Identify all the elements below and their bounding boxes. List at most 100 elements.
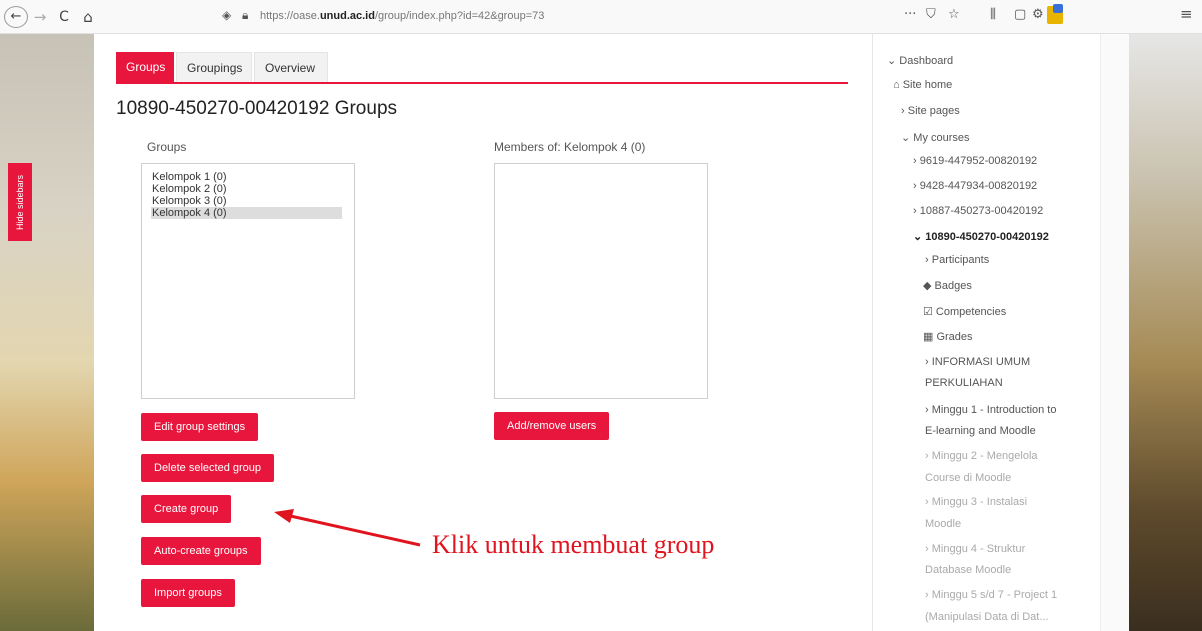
nav-grades-label: Grades <box>936 331 973 343</box>
nav-my-courses-label: My courses <box>913 132 970 144</box>
nav-site-home-label: Site home <box>902 79 953 91</box>
delete-selected-group-button[interactable]: Delete selected group <box>141 454 275 482</box>
nav-site-pages[interactable]: › Site pages <box>901 105 960 117</box>
chevron-right-icon: › <box>901 105 908 117</box>
create-group-button[interactable]: Create group <box>141 495 232 523</box>
nav-my-courses[interactable]: ⌄ My courses <box>901 131 970 144</box>
menu-icon[interactable]: ≡ <box>1180 5 1193 23</box>
annotation-arrow <box>274 509 421 547</box>
import-groups-button[interactable]: Import groups <box>141 579 235 607</box>
nav-course[interactable]: › 9428-447934-00820192 <box>913 180 1037 192</box>
forward-button[interactable]: → <box>32 6 48 28</box>
nav-course-label: 9619-447952-00820192 <box>919 155 1038 167</box>
auto-create-groups-button[interactable]: Auto-create groups <box>141 537 261 565</box>
chevron-right-icon: › <box>913 205 920 217</box>
nav-section[interactable]: › INFORMASI UMUM <box>925 356 1030 368</box>
library-icon[interactable]: ⫼ <box>990 7 996 22</box>
nav-section[interactable]: › Minggu 1 - Introduction to <box>925 404 1056 416</box>
nav-participants-label: Participants <box>931 254 990 266</box>
nav-dashboard-label: Dashboard <box>899 55 954 67</box>
nav-section-label: Minggu 4 - Struktur <box>931 543 1026 555</box>
nav-section-label: Minggu 1 - Introduction to <box>931 404 1057 416</box>
chevron-right-icon: › <box>925 496 932 508</box>
chevron-right-icon: › <box>925 589 932 601</box>
nav-section[interactable]: › Minggu 5 s/d 7 - Project 1 <box>925 589 1057 601</box>
browser-toolbar: ← → C ⌂ ◈ 🔒︎ https://oase.unud.ac.id/gro… <box>0 0 1202 34</box>
nav-dashboard[interactable]: ⌄ Dashboard <box>887 54 953 67</box>
chevron-right-icon: › <box>925 356 932 368</box>
nav-section-label: INFORMASI UMUM <box>931 356 1031 368</box>
bookmark-star-icon[interactable]: ☆ <box>948 7 960 22</box>
group-option[interactable]: Kelompok 1 (0) <box>152 171 227 183</box>
members-label: Members of: Kelompok 4 (0) <box>494 140 646 154</box>
lock-icon[interactable]: 🔒︎ <box>242 8 248 23</box>
chevron-right-icon: › <box>925 543 932 555</box>
shield-icon[interactable]: ◈ <box>222 8 231 22</box>
shield-icon: ◆ <box>923 280 935 292</box>
table-icon: ▦ <box>923 331 937 343</box>
nav-section-cont[interactable]: Moodle <box>925 518 961 530</box>
nav-badges[interactable]: ◆ Badges <box>923 279 972 292</box>
nav-section-label: Minggu 2 - Mengelola <box>931 450 1038 462</box>
nav-site-pages-label: Site pages <box>907 105 960 117</box>
scrollbar[interactable] <box>1100 34 1129 631</box>
chevron-right-icon: › <box>925 404 932 416</box>
pocket-icon[interactable]: ⛉ <box>926 7 936 22</box>
nav-course-current-label: 10890-450270-00420192 <box>925 231 1049 243</box>
annotation-text: Klik untuk membuat group <box>432 530 715 559</box>
chevron-right-icon: › <box>925 254 932 266</box>
nav-participants[interactable]: › Participants <box>925 254 989 266</box>
nav-course-current[interactable]: ⌄ 10890-450270-00420192 <box>913 230 1049 243</box>
extension-badge <box>1053 4 1063 13</box>
reload-button[interactable]: C <box>56 6 72 28</box>
tab-groupings[interactable]: Groupings <box>176 52 252 82</box>
url-text[interactable]: https://oase.unud.ac.id/group/index.php?… <box>260 10 544 22</box>
nav-course-label: 10887-450273-00420192 <box>919 205 1044 217</box>
chevron-right-icon: › <box>925 450 932 462</box>
navigation-block: ⌄ Dashboard ⌂ Site home › Site pages ⌄ M… <box>872 34 1101 631</box>
group-option[interactable]: Kelompok 2 (0) <box>152 183 227 195</box>
back-button[interactable]: ← <box>4 6 28 28</box>
nav-site-home[interactable]: ⌂ Site home <box>893 79 952 91</box>
tab-overview[interactable]: Overview <box>254 52 328 82</box>
nav-section-cont[interactable]: Database Moodle <box>925 564 1011 576</box>
page-title: 10890-450270-00420192 Groups <box>116 98 398 119</box>
nav-section-label: Minggu 3 - Instalasi <box>931 496 1028 508</box>
edit-group-settings-button[interactable]: Edit group settings <box>141 413 259 441</box>
nav-section-cont[interactable]: PERKULIAHAN <box>925 377 1003 389</box>
group-option-selected[interactable]: Kelompok 4 (0) <box>151 207 342 219</box>
nav-section-label: Minggu 5 s/d 7 - Project 1 <box>931 589 1058 601</box>
chevron-down-icon: ⌄ <box>901 132 914 144</box>
groups-listbox[interactable]: Kelompok 1 (0) Kelompok 2 (0) Kelompok 3… <box>141 163 355 399</box>
chevron-down-icon: ⌄ <box>913 231 926 243</box>
url-prefix: https://oase. <box>260 10 320 22</box>
home-button[interactable]: ⌂ <box>80 6 96 28</box>
groups-label: Groups <box>147 140 187 154</box>
nav-section[interactable]: › Minggu 2 - Mengelola <box>925 450 1038 462</box>
nav-section-cont[interactable]: Course di Moodle <box>925 472 1011 484</box>
sidebar-icon[interactable]: ▢ <box>1014 7 1026 22</box>
nav-course[interactable]: › 10887-450273-00420192 <box>913 205 1043 217</box>
nav-section[interactable]: › Minggu 3 - Instalasi <box>925 496 1027 508</box>
account-icon[interactable]: ⚙ <box>1032 7 1044 22</box>
nav-section[interactable]: › Minggu 4 - Struktur <box>925 543 1025 555</box>
url-path: /group/index.php?id=42&group=73 <box>374 10 545 22</box>
hide-sidebars-button[interactable]: Hide sidebars <box>8 163 32 241</box>
background-image-right <box>1128 34 1202 631</box>
nav-section-cont[interactable]: (Manipulasi Data di Dat... <box>925 611 1049 623</box>
url-bar[interactable]: ◈ 🔒︎ https://oase.unud.ac.id/group/index… <box>212 6 982 28</box>
background-image-left <box>0 34 94 631</box>
nav-section-cont[interactable]: E-learning and Moodle <box>925 425 1036 437</box>
page-actions-button[interactable]: ··· <box>904 7 916 22</box>
nav-course-label: 9428-447934-00820192 <box>919 180 1038 192</box>
nav-competencies-label: Competencies <box>935 306 1007 318</box>
nav-course[interactable]: › 9619-447952-00820192 <box>913 155 1037 167</box>
members-listbox[interactable] <box>494 163 708 399</box>
nav-grades[interactable]: ▦ Grades <box>923 330 973 343</box>
nav-competencies[interactable]: ☑ Competencies <box>923 305 1006 318</box>
group-option[interactable]: Kelompok 3 (0) <box>152 195 227 207</box>
checkbox-icon: ☑ <box>923 306 936 318</box>
tab-bar: Groups Groupings Overview <box>116 52 848 84</box>
tab-groups[interactable]: Groups <box>116 52 174 82</box>
add-remove-users-button[interactable]: Add/remove users <box>494 412 610 440</box>
